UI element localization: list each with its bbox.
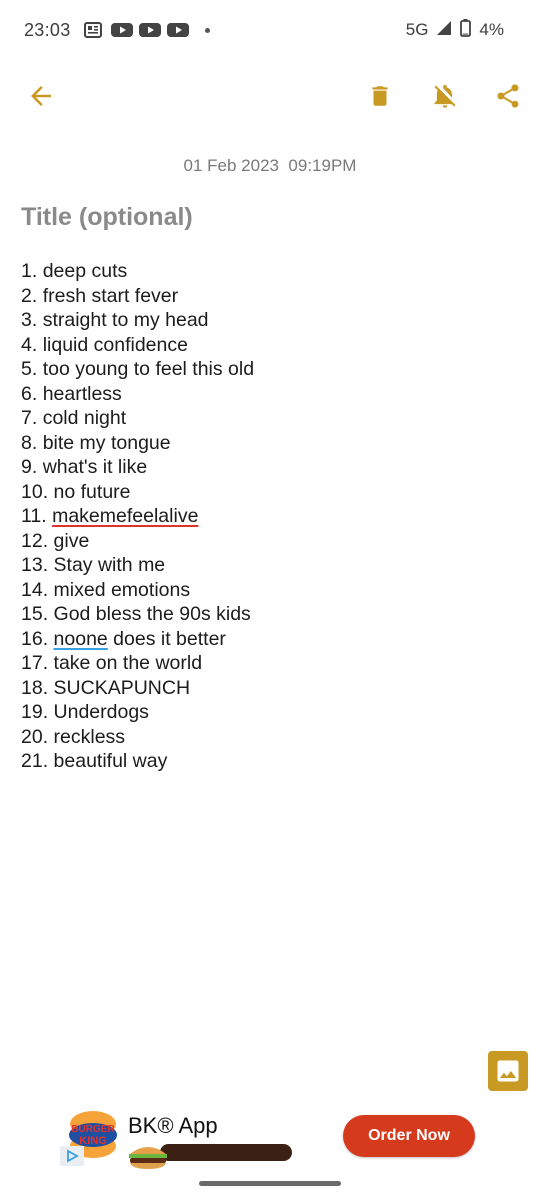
list-item: 20. reckless <box>21 725 126 748</box>
youtube-icon <box>138 22 161 38</box>
youtube-icon <box>166 22 189 38</box>
signal-icon <box>436 20 452 41</box>
list-item: 14. mixed emotions <box>21 578 191 601</box>
note-body[interactable]: 1. deep cuts 2. fresh start fever 3. str… <box>21 259 521 774</box>
misspelled-word[interactable]: makemefeelalive <box>52 505 198 527</box>
ad-banner[interactable]: BURGER KING BK® App Order Now <box>0 1100 540 1176</box>
back-arrow-icon <box>31 86 51 106</box>
list-item: 11. makemefeelalive <box>21 505 199 527</box>
list-item: 6. heartless <box>21 382 122 405</box>
delete-button[interactable] <box>362 78 398 114</box>
home-gesture-bar[interactable] <box>199 1181 341 1186</box>
list-item: 5. too young to feel this old <box>21 358 255 380</box>
ad-image-strip <box>160 1144 292 1161</box>
list-item: 3. straight to my head <box>21 309 209 331</box>
list-item: 12. give <box>21 529 90 552</box>
trash-icon <box>372 86 388 106</box>
news-icon <box>83 22 103 38</box>
list-item: 17. take on the world <box>21 652 203 674</box>
list-item: 18. SUCKAPUNCH <box>21 676 191 699</box>
list-item: 2. fresh start fever <box>21 284 179 307</box>
share-button[interactable] <box>490 78 526 114</box>
logo-text-burger: BURGER <box>71 1124 115 1135</box>
status-bar: 23:03 5G 4% <box>0 0 540 60</box>
more-notifications-dot <box>204 27 210 33</box>
list-item: 4. liquid confidence <box>21 333 188 356</box>
grammar-hint-word[interactable]: noone <box>54 628 108 650</box>
list-item: 16. noone does it better <box>21 627 226 650</box>
back-button[interactable] <box>23 78 59 114</box>
list-item: 15. God bless the 90s kids <box>21 603 251 625</box>
status-right: 5G 4% <box>405 18 504 42</box>
ad-title: BK® App <box>128 1113 218 1138</box>
list-item: 8. bite my tongue <box>21 431 171 454</box>
list-item: 10. no future <box>21 480 131 503</box>
status-time: 23:03 <box>24 19 71 40</box>
note-title-input[interactable]: Title (optional) <box>21 203 193 232</box>
list-item: 1. deep cuts <box>21 260 128 282</box>
insert-image-button[interactable] <box>488 1051 528 1091</box>
order-now-button[interactable]: Order Now <box>343 1115 475 1157</box>
note-date: 01 Feb 2023 09:19PM <box>183 156 357 175</box>
note-toolbar <box>0 66 540 126</box>
share-icon <box>497 84 519 108</box>
reminder-button[interactable] <box>427 78 463 114</box>
image-icon <box>497 1060 519 1082</box>
adchoices-icon[interactable] <box>60 1146 84 1166</box>
network-type: 5G <box>405 20 429 39</box>
list-item: 7. cold night <box>21 407 127 429</box>
list-item: 9. what's it like <box>21 456 148 478</box>
list-item: 13. Stay with me <box>21 554 166 576</box>
youtube-icon <box>110 22 133 38</box>
bell-off-icon <box>434 84 456 108</box>
list-item: 21. beautiful way <box>21 750 168 772</box>
battery-icon <box>460 18 472 42</box>
burger-icon <box>124 1142 172 1170</box>
status-left: 23:03 <box>24 20 210 41</box>
battery-level: 4% <box>479 20 504 39</box>
list-item: 19. Underdogs <box>21 701 149 723</box>
